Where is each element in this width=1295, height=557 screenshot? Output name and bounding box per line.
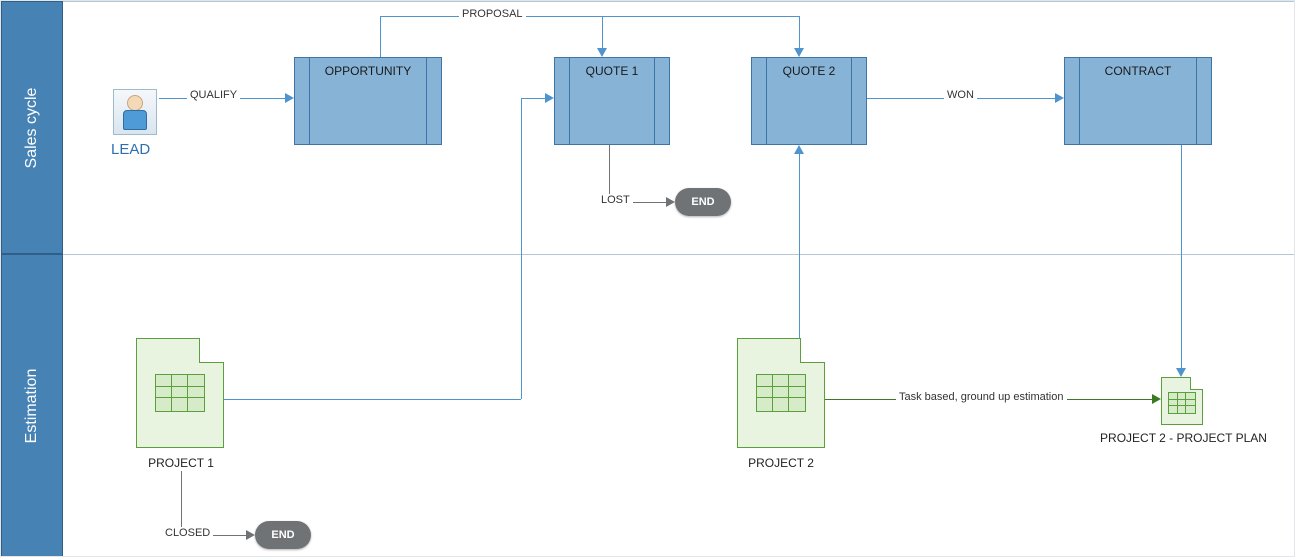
edge-taskbased-label: Task based, ground up estimation xyxy=(896,391,1067,403)
node-opportunity-label: OPPORTUNITY xyxy=(295,64,441,78)
lead-actor-icon xyxy=(113,89,157,135)
node-project2-label: PROJECT 2 xyxy=(721,456,841,470)
node-end-closed: END xyxy=(255,521,311,549)
node-end-lost: END xyxy=(675,188,731,216)
edge-project1-to-quote1-arrow xyxy=(545,93,554,103)
node-quote1: QUOTE 1 xyxy=(554,57,670,145)
node-contract: CONTRACT xyxy=(1064,57,1212,145)
node-opportunity: OPPORTUNITY xyxy=(294,57,442,145)
node-lead-label: LEAD xyxy=(111,141,150,158)
lane-sales-header: Sales cycle xyxy=(1,1,63,254)
node-quote2: QUOTE 2 xyxy=(751,57,867,145)
node-project1-label: PROJECT 1 xyxy=(121,456,241,470)
node-project2-icon xyxy=(737,338,825,448)
node-project2plan-label: PROJECT 2 - PROJECT PLAN xyxy=(1096,431,1271,445)
edge-proposal-label: PROPOSAL xyxy=(459,8,526,20)
edge-lost-label: LOST xyxy=(598,194,633,206)
node-quote2-label: QUOTE 2 xyxy=(752,64,866,78)
edge-closed-label: CLOSED xyxy=(162,527,213,539)
edge-won-label: WON xyxy=(944,89,977,101)
lane-estimation-header: Estimation xyxy=(1,254,63,557)
node-end-lost-label: END xyxy=(691,196,714,208)
swimlane-diagram: Sales cycle Estimation LEAD OPPORTUNITY … xyxy=(0,0,1295,557)
edge-lost-arrow xyxy=(666,197,675,207)
node-project1-icon xyxy=(136,338,224,448)
edge-closed-arrow xyxy=(246,530,255,540)
edge-project2-to-quote2-arrow xyxy=(794,145,804,154)
node-quote1-label: QUOTE 1 xyxy=(555,64,669,78)
lane-sales-title: Sales cycle xyxy=(23,87,41,168)
node-project2plan-icon xyxy=(1161,377,1203,425)
node-end-closed-label: END xyxy=(271,529,294,541)
edge-qualify-label: QUALIFY xyxy=(187,89,240,101)
lane-estimation-title: Estimation xyxy=(23,369,41,444)
edge-taskbased-arrow xyxy=(1152,394,1161,404)
node-contract-label: CONTRACT xyxy=(1065,64,1211,78)
edge-won-arrow xyxy=(1055,93,1064,103)
edge-qualify-arrow xyxy=(285,93,294,103)
edge-contract-to-plan-arrow xyxy=(1176,368,1186,377)
